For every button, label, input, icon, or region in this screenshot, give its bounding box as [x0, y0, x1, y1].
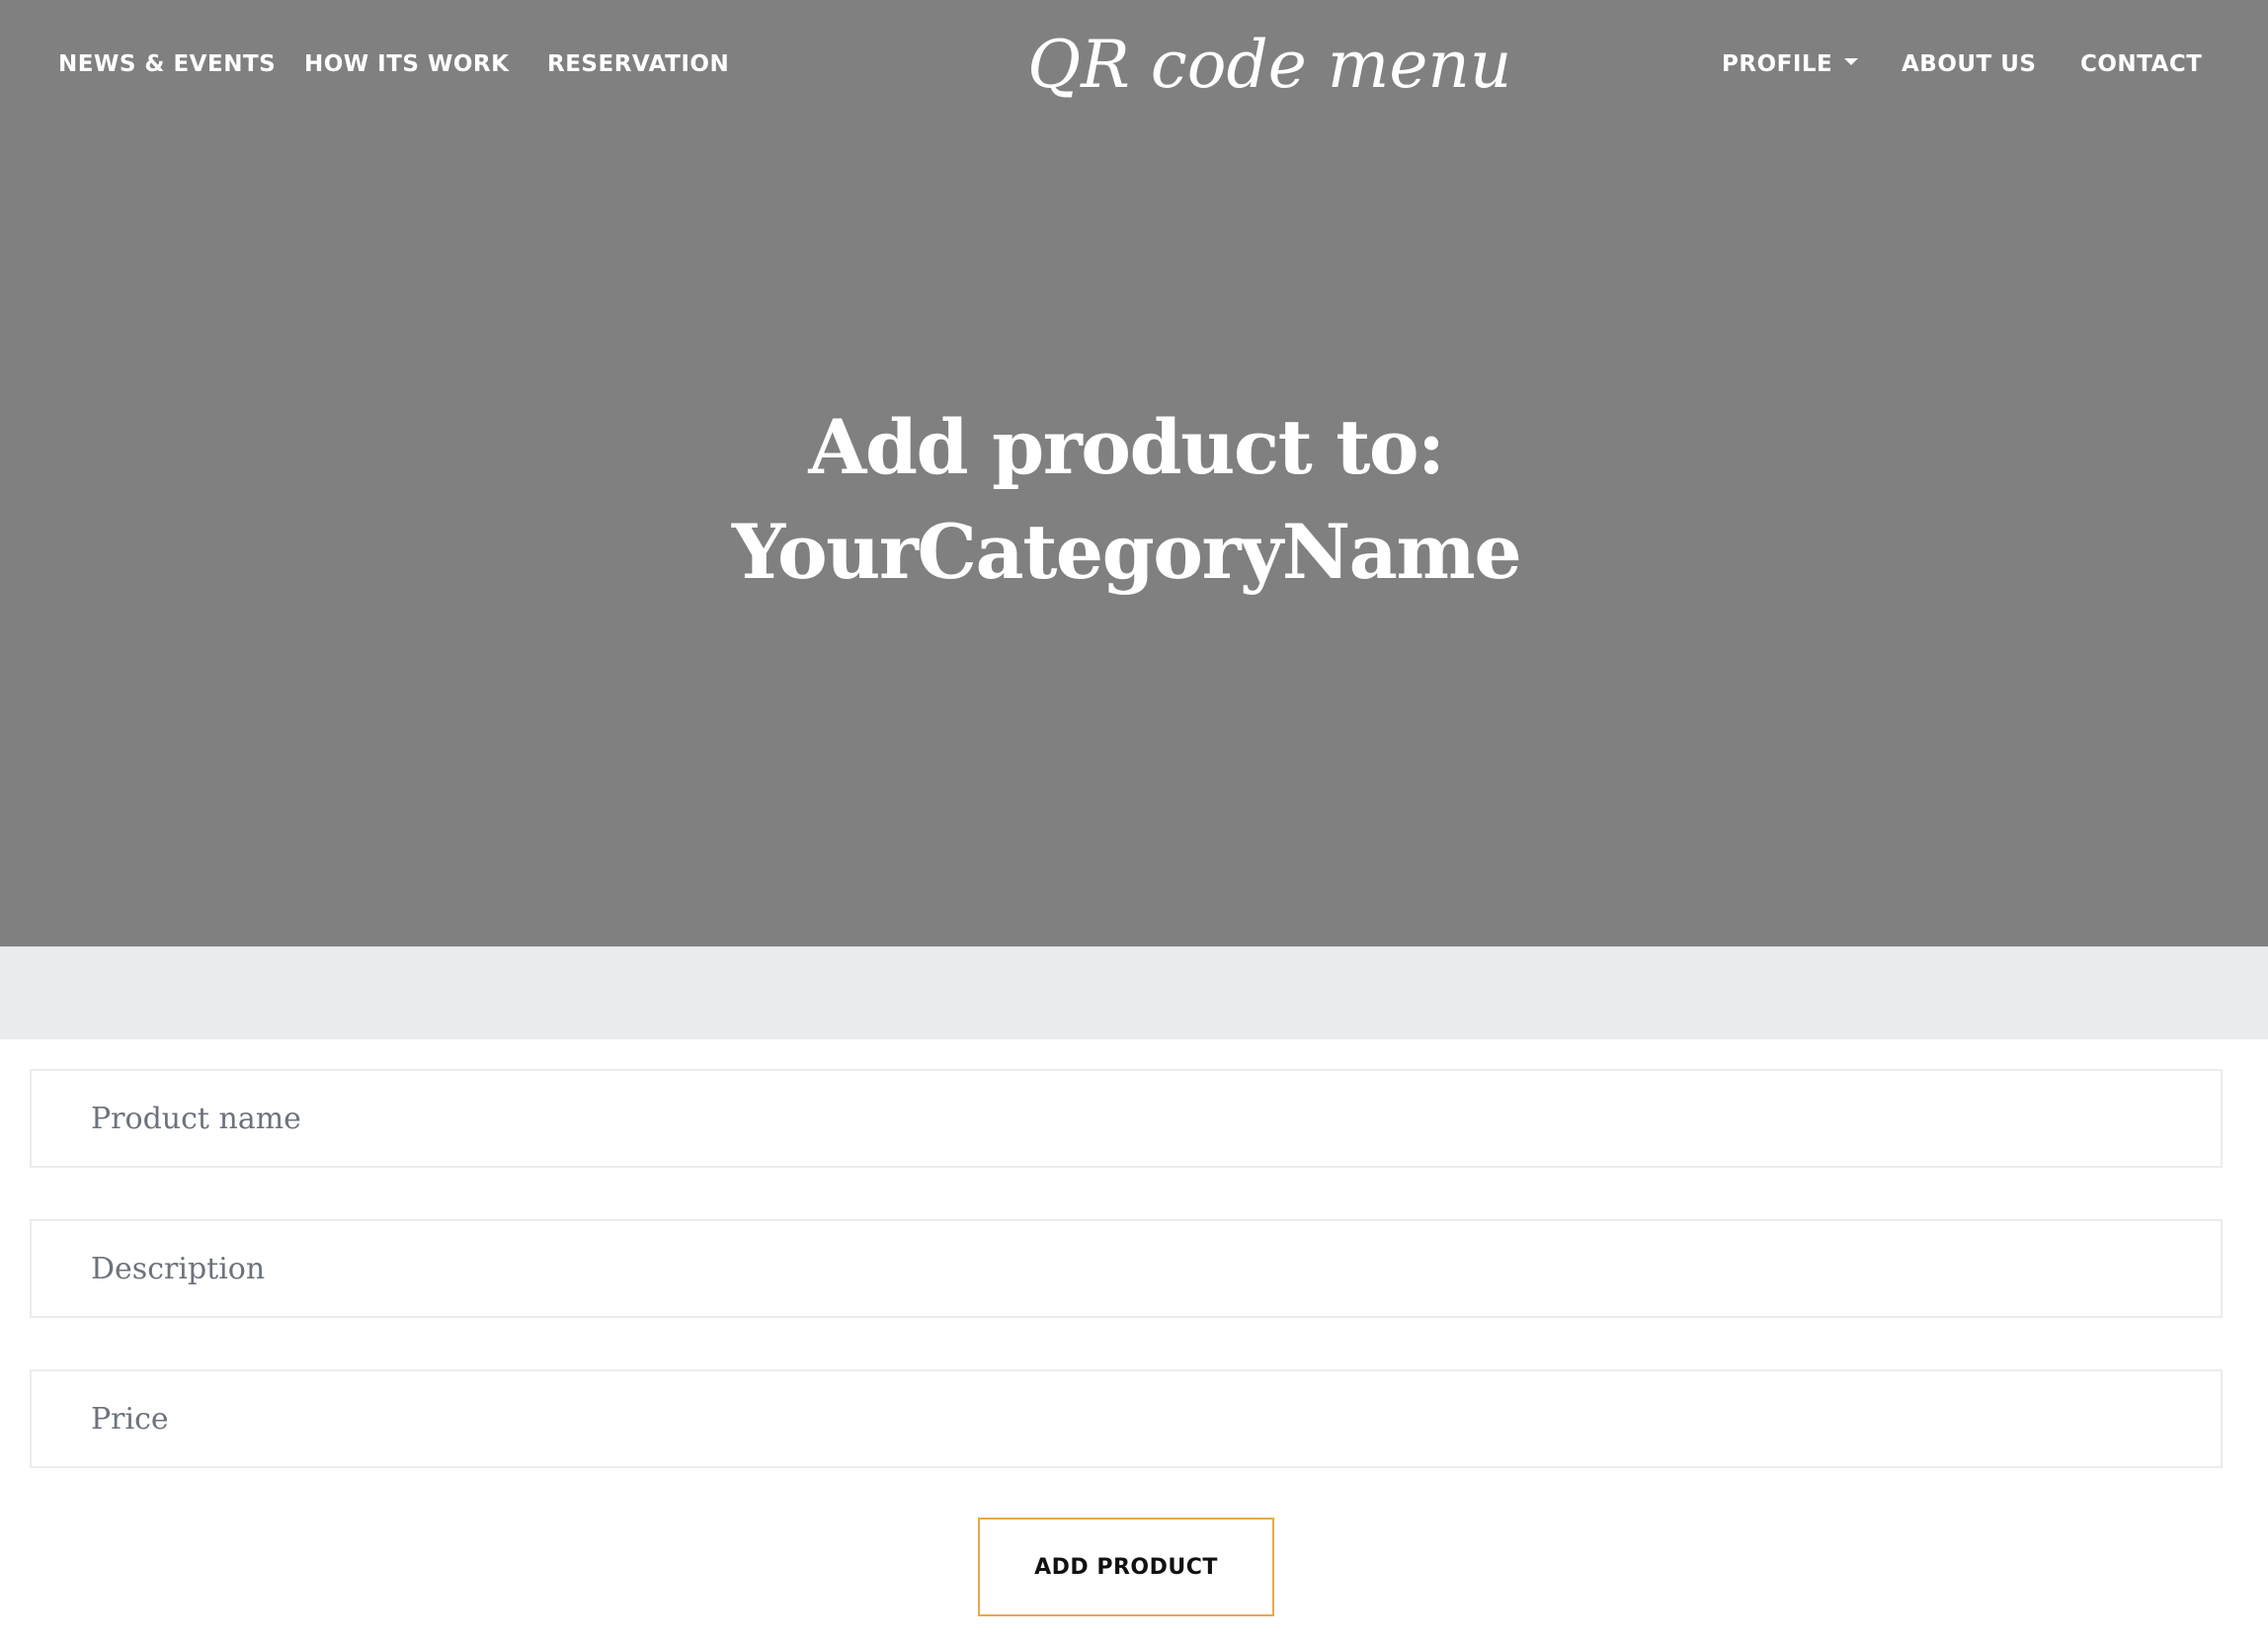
description-input[interactable]: [30, 1219, 2223, 1318]
page-title-category-name: YourCategoryName: [731, 508, 1522, 596]
nav-profile-dropdown[interactable]: PROFILE: [1722, 49, 1859, 79]
caret-down-icon: [1844, 58, 1859, 65]
nav-about-us-link[interactable]: ABOUT US: [1902, 49, 2037, 79]
product-name-input[interactable]: [30, 1069, 2223, 1168]
page-title: Add product to: YourCategoryName: [0, 395, 2252, 605]
nav-contact-link[interactable]: CONTACT: [2080, 49, 2202, 79]
nav-profile-label: PROFILE: [1722, 51, 1833, 77]
hero-header: NEWS & EVENTS HOW ITS WORK RESERVATION Q…: [0, 0, 2268, 946]
nav-how-its-work-link[interactable]: HOW ITS WORK: [304, 49, 509, 79]
brand-logo[interactable]: QR code menu: [1027, 24, 1511, 107]
page-title-line1: Add product to:: [808, 403, 1445, 491]
price-input[interactable]: [30, 1369, 2223, 1468]
section-divider-band: [0, 946, 2268, 1039]
nav-news-events-link[interactable]: NEWS & EVENTS: [58, 49, 276, 79]
nav-reservation-link[interactable]: RESERVATION: [547, 49, 729, 79]
add-product-button[interactable]: ADD PRODUCT: [978, 1518, 1274, 1616]
